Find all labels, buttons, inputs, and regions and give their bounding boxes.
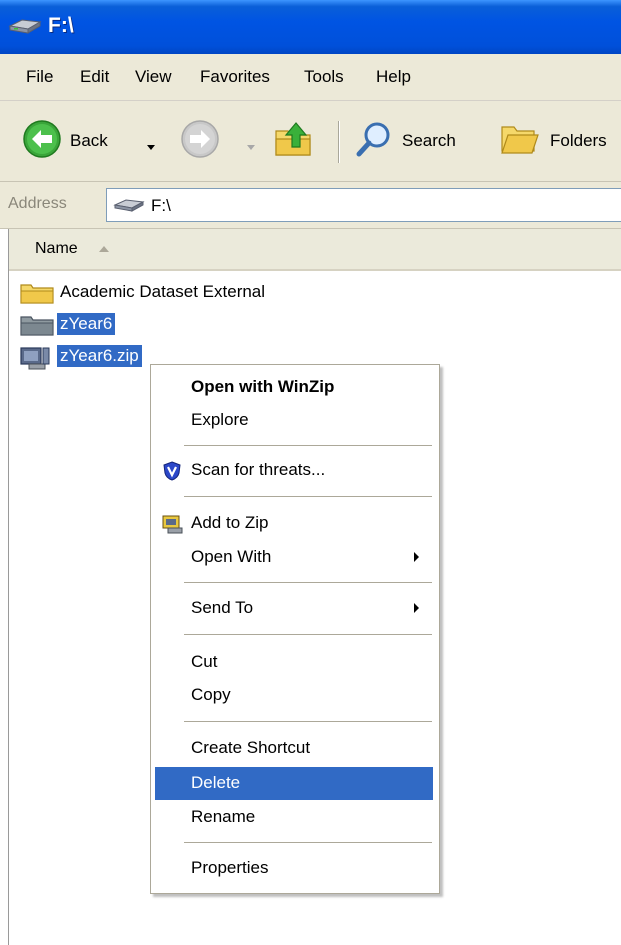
menu-item-label: Add to Zip	[191, 513, 269, 532]
column-name-label: Name	[35, 240, 78, 257]
menu-item-label: Copy	[191, 685, 231, 704]
toolbar-separator	[338, 121, 340, 163]
menu-item-label: Scan for threats...	[191, 460, 326, 479]
menu-item-add-to-zip[interactable]: Add to Zip	[155, 507, 433, 540]
folder-icon	[19, 282, 55, 309]
sort-ascending-icon	[99, 246, 109, 252]
menu-item-label: Send To	[191, 598, 254, 617]
menu-help[interactable]: Help	[376, 67, 411, 87]
menu-item-label: Delete	[191, 773, 241, 792]
window-title: F:\	[48, 14, 74, 37]
winzip-icon	[162, 514, 186, 541]
search-button[interactable]: Search	[354, 101, 456, 181]
forward-arrow-icon	[180, 119, 220, 164]
up-folder-icon	[272, 117, 316, 166]
address-label: Address	[8, 195, 67, 212]
menu-divider	[184, 842, 432, 843]
menu-item-delete[interactable]: Delete	[155, 767, 433, 800]
file-name: Academic Dataset External	[60, 282, 266, 301]
back-button[interactable]: Back	[22, 101, 108, 181]
folders-label: Folders	[550, 131, 607, 150]
address-field[interactable]: F:\	[106, 188, 621, 222]
back-label: Back	[70, 131, 108, 150]
menu-item-label: Cut	[191, 652, 218, 671]
menu-divider	[184, 634, 432, 635]
menu-item-open-with-winzip[interactable]: Open with WinZip	[155, 371, 433, 404]
menu-item-label: Create Shortcut	[191, 738, 311, 757]
submenu-arrow-icon	[414, 603, 419, 613]
up-folder-button[interactable]	[272, 101, 316, 181]
back-arrow-icon	[22, 119, 62, 164]
menu-item-label: Open With	[191, 547, 272, 566]
title-bar[interactable]: F:\	[0, 0, 621, 54]
back-dropdown-icon[interactable]	[146, 137, 156, 157]
menu-tools[interactable]: Tools	[304, 67, 344, 87]
menu-bar: File Edit View Favorites Tools Help	[0, 54, 621, 101]
forward-dropdown-icon[interactable]	[246, 137, 256, 157]
search-icon	[354, 119, 394, 164]
menu-edit[interactable]: Edit	[80, 67, 109, 87]
submenu-arrow-icon	[414, 552, 419, 562]
menu-item-cut[interactable]: Cut	[155, 646, 433, 679]
folders-icon	[498, 119, 542, 164]
menu-favorites[interactable]: Favorites	[200, 67, 270, 87]
menu-item-rename[interactable]: Rename	[155, 801, 433, 834]
shield-icon	[162, 461, 182, 486]
column-header-name[interactable]: Name	[9, 229, 621, 271]
address-value: F:\	[151, 196, 171, 215]
drive-icon	[8, 16, 42, 41]
menu-item-label: Properties	[191, 858, 269, 877]
menu-item-send-to[interactable]: Send To	[155, 592, 433, 625]
menu-item-label: Open with WinZip	[191, 377, 335, 396]
menu-item-label: Rename	[191, 807, 256, 826]
menu-file[interactable]: File	[26, 67, 53, 87]
menu-item-label: Explore	[191, 410, 249, 429]
folders-button[interactable]: Folders	[498, 101, 607, 181]
file-name: zYear6.zip	[57, 345, 142, 367]
address-bar: Address F:\	[0, 182, 621, 229]
menu-item-properties[interactable]: Properties	[155, 852, 433, 885]
menu-divider	[184, 721, 432, 722]
file-name: zYear6	[57, 313, 116, 335]
menu-divider	[184, 496, 432, 497]
menu-item-scan-for-threats[interactable]: Scan for threats...	[155, 454, 433, 487]
zip-icon	[19, 346, 55, 375]
drive-icon	[113, 197, 145, 218]
standard-toolbar: Back Search Folders	[0, 101, 621, 182]
menu-divider	[184, 445, 432, 446]
menu-divider	[184, 582, 432, 583]
search-label: Search	[402, 131, 456, 150]
menu-item-copy[interactable]: Copy	[155, 679, 433, 712]
folder-icon	[19, 314, 55, 341]
menu-item-create-shortcut[interactable]: Create Shortcut	[155, 732, 433, 765]
menu-view[interactable]: View	[135, 67, 172, 87]
forward-button[interactable]	[180, 101, 220, 181]
menu-item-open-with[interactable]: Open With	[155, 541, 433, 574]
context-menu: Open with WinZip Explore Scan for threat…	[150, 364, 440, 894]
menu-item-explore[interactable]: Explore	[155, 404, 433, 437]
